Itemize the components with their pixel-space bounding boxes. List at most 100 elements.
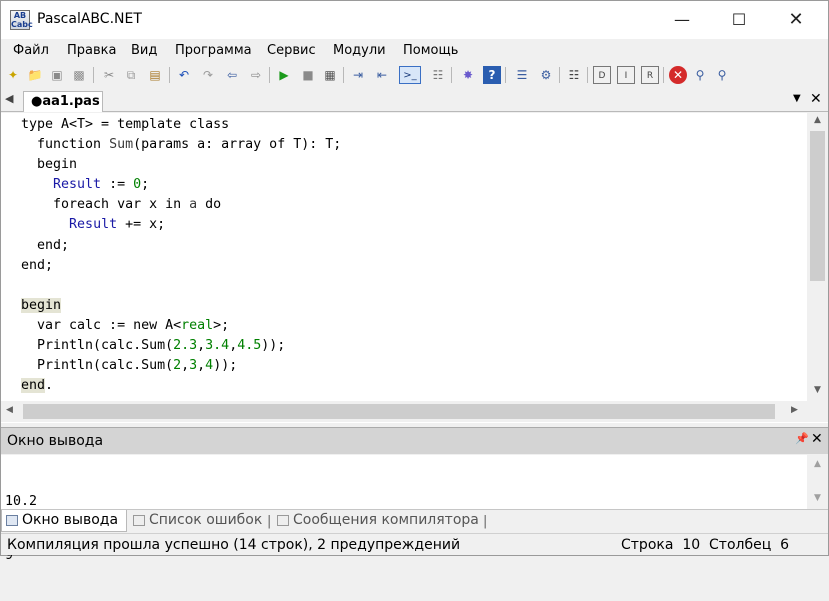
tab-compiler-messages[interactable]: Сообщения компилятора (273, 510, 483, 532)
close-panel-icon[interactable]: ✕ (811, 431, 823, 447)
editor-vertical-scrollbar[interactable]: ▲ ▼ (807, 113, 828, 401)
menu-help[interactable]: Помощь (403, 43, 458, 58)
help-icon[interactable]: ? (483, 66, 501, 84)
code-token: Sum (109, 137, 134, 153)
code-token: . (45, 378, 54, 394)
code-token: end; (21, 237, 70, 253)
tab-separator: | (483, 514, 488, 529)
open-file-icon[interactable]: 📁 (26, 66, 44, 84)
tab-list-dropdown-icon[interactable]: ▼ (793, 93, 801, 104)
code-line: Println(calc.Sum(2.3,3.4,4.5)); (21, 336, 341, 356)
code-token: 3.4 (205, 338, 230, 354)
status-bar: Компиляция прошла успешно (14 строк), 2 … (1, 533, 828, 555)
code-token: Println(calc.Sum( (21, 358, 174, 374)
scroll-thumb[interactable] (810, 131, 825, 281)
cursor-position: Строка 10 Столбец 6 (621, 537, 790, 553)
toolbar-separator (451, 67, 452, 83)
search-icon[interactable]: ⚲ (691, 66, 709, 84)
step-into-icon[interactable]: ⇤ (373, 66, 391, 84)
stop-icon[interactable]: ■ (299, 66, 317, 84)
scroll-down-icon[interactable]: ▼ (807, 385, 828, 395)
code-token: )); (261, 338, 286, 354)
replace-icon[interactable]: ⚲ (713, 66, 731, 84)
output-panel[interactable]: 10.2 9 ▲ ▼ (1, 455, 828, 563)
code-token: Result (53, 177, 102, 193)
toggle-output-icon[interactable]: >_ (399, 66, 421, 84)
run-icon[interactable]: ▶ (275, 66, 293, 84)
redo-icon[interactable]: ↷ (199, 66, 217, 84)
menu-modules[interactable]: Модули (333, 43, 386, 58)
run-console-icon[interactable]: ▦ (321, 66, 339, 84)
window-title: PascalABC.NET (37, 11, 142, 27)
close-tab-icon[interactable]: ✕ (810, 91, 822, 107)
close-icon[interactable]: ✕ (669, 66, 687, 84)
snippet-2-icon[interactable]: I (617, 66, 635, 84)
code-token: 2 (173, 358, 182, 374)
code-line: end. (21, 376, 341, 396)
tab-output-window[interactable]: Окно вывода (1, 510, 127, 532)
scroll-thumb[interactable] (23, 404, 775, 419)
navigate-back-icon[interactable]: ⇦ (223, 66, 241, 84)
editor-horizontal-scrollbar[interactable]: ◀ ▶ (1, 401, 807, 422)
scroll-left-icon[interactable]: ◀ (6, 405, 13, 415)
copy-icon[interactable]: ⧉ (122, 66, 140, 84)
code-token: , (229, 338, 238, 354)
tab-scroll-left-icon[interactable]: ◀ (5, 92, 13, 105)
toolbar-separator (93, 67, 94, 83)
menu-program[interactable]: Программа (175, 43, 252, 58)
snippet-3-icon[interactable]: R (641, 66, 659, 84)
debug-icon[interactable]: ✸ (459, 66, 477, 84)
compile-icon[interactable]: ☷ (429, 66, 447, 84)
scroll-right-icon[interactable]: ▶ (791, 405, 798, 415)
snippet-1-icon[interactable]: D (593, 66, 611, 84)
step-over-icon[interactable]: ⇥ (349, 66, 367, 84)
code-token: , (197, 338, 206, 354)
toolbar-separator (169, 67, 170, 83)
scroll-down-icon[interactable]: ▼ (807, 493, 828, 503)
menu-view[interactable]: Вид (131, 43, 157, 58)
maximize-button[interactable]: ☐ (716, 1, 762, 39)
code-line: Println(calc.Sum(2,3,4)); (21, 356, 341, 376)
close-window-button[interactable]: ✕ (773, 1, 819, 39)
code-line: type A<T> = template class (21, 115, 341, 135)
code-token: 4 (205, 358, 214, 374)
pin-icon[interactable]: 📌 (795, 432, 809, 445)
code-token: 2.3 (173, 338, 198, 354)
bottom-panel-tabs: Окно вывода Список ошибок | Сообщения ко… (1, 509, 828, 532)
save-all-icon[interactable]: ▩ (70, 66, 88, 84)
cut-icon[interactable]: ✂ (100, 66, 118, 84)
menu-bar: Файл Правка Вид Программа Сервис Модули … (1, 40, 828, 62)
menu-edit[interactable]: Правка (67, 43, 116, 58)
code-editor[interactable]: type A<T> = template class function Sum(… (1, 113, 828, 423)
settings-icon[interactable]: ⚙ (537, 66, 555, 84)
new-file-icon[interactable]: ✦ (4, 66, 22, 84)
menu-service[interactable]: Сервис (267, 43, 316, 58)
editor-gutter (1, 113, 19, 401)
minimize-button[interactable]: — (659, 1, 705, 39)
code-token: do (197, 197, 222, 213)
code-token: ; (141, 177, 150, 193)
app-logo-icon: AB Cabc (10, 10, 33, 30)
undo-icon[interactable]: ↶ (175, 66, 193, 84)
code-line: function Sum(params a: array of T): T; (21, 135, 341, 155)
output-window-icon (6, 515, 18, 526)
menu-file[interactable]: Файл (13, 43, 49, 58)
navigate-forward-icon[interactable]: ⇨ (247, 66, 265, 84)
tab-error-list[interactable]: Список ошибок (129, 510, 269, 532)
scroll-up-icon[interactable]: ▲ (807, 459, 828, 469)
format-icon[interactable]: ☰ (513, 66, 531, 84)
status-message: Компиляция прошла успешно (14 строк), 2 … (7, 537, 461, 553)
scroll-corner (807, 401, 828, 422)
tab-label: Окно вывода (22, 512, 119, 528)
save-file-icon[interactable]: ▣ (48, 66, 66, 84)
code-token: 0 (133, 177, 142, 193)
paste-icon[interactable]: ▤ (146, 66, 164, 84)
code-text[interactable]: type A<T> = template class function Sum(… (21, 115, 341, 396)
tab-aa1-pas[interactable]: ●aa1.pas (23, 91, 103, 112)
output-vertical-scrollbar[interactable]: ▲ ▼ (807, 455, 828, 509)
error-list-icon (133, 515, 145, 526)
class-view-icon[interactable]: ☷ (565, 66, 583, 84)
code-line: begin (21, 155, 341, 175)
scroll-up-icon[interactable]: ▲ (807, 115, 828, 125)
